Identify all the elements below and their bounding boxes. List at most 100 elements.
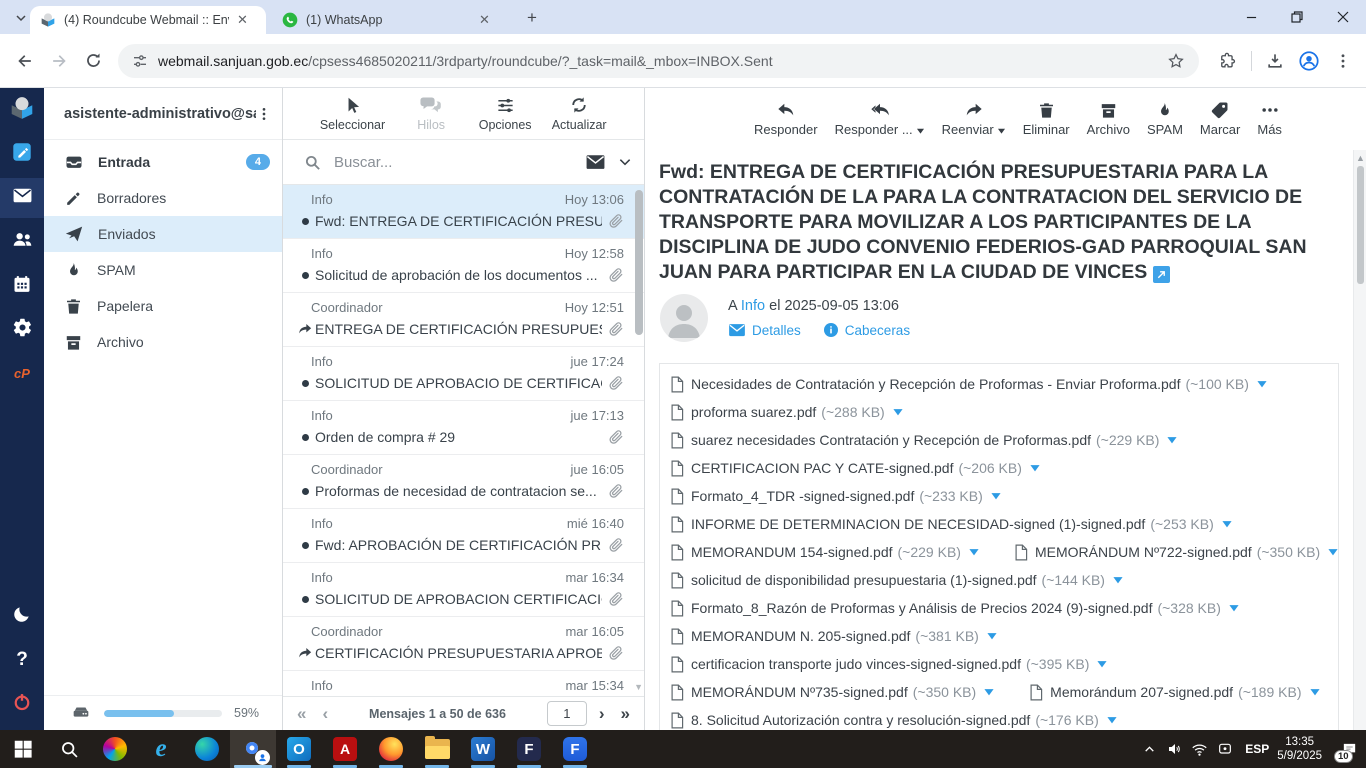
taskbar-internet-explorer[interactable]: e (138, 730, 184, 768)
attachment-item[interactable]: Formato_4_TDR -signed-signed.pdf (~233 K… (670, 488, 1002, 505)
open-in-new-window-icon[interactable] (1153, 266, 1170, 283)
message-row[interactable]: CoordinadorHoy 12:51 ENTREGA DE CERTIFIC… (283, 293, 644, 347)
mail-action-responder[interactable]: Responder (754, 98, 818, 137)
taskbar-file-explorer[interactable] (414, 730, 460, 768)
list-toolbar-actualizar[interactable]: Actualizar (551, 93, 607, 132)
mail-action-marcar[interactable]: Marcar (1200, 98, 1240, 137)
attachment-item[interactable]: Memorándum 207-signed.pdf (~189 KB) (1029, 684, 1320, 701)
list-toolbar-hilos[interactable]: Hilos (403, 93, 459, 132)
close-tab-icon[interactable]: ✕ (479, 12, 490, 28)
search-input[interactable] (334, 154, 585, 171)
taskbar-edge[interactable] (184, 730, 230, 768)
attachment-menu-caret-icon[interactable] (1256, 379, 1268, 389)
search-scope-mail-icon[interactable] (585, 154, 606, 171)
taskbar-start[interactable] (0, 730, 46, 768)
page-number-input[interactable] (547, 701, 587, 726)
mail-action-responder-todos[interactable]: Responder ... (835, 98, 925, 137)
recipient-link[interactable]: Info (741, 298, 765, 314)
message-row[interactable]: InfoHoy 13:06 Fwd: ENTREGA DE CERTIFICAC… (283, 185, 644, 239)
extensions-icon[interactable] (1211, 44, 1245, 78)
attachment-menu-caret-icon[interactable] (1106, 715, 1118, 725)
sidebar-item-spam[interactable]: SPAM (44, 252, 282, 288)
back-button[interactable] (8, 44, 42, 78)
browser-menu-icon[interactable] (1326, 44, 1360, 78)
rail-item-contacts[interactable] (0, 222, 44, 262)
tab-whatsapp[interactable]: (1) WhatsApp ✕ (272, 6, 504, 34)
tab-search-button[interactable] (10, 8, 32, 28)
downloads-icon[interactable] (1258, 44, 1292, 78)
taskbar-app-f-dark[interactable]: F (506, 730, 552, 768)
rail-item-help[interactable]: ? (0, 640, 44, 680)
reader-scrollbar[interactable]: ▲ (1353, 150, 1366, 730)
attachment-item[interactable]: suarez necesidades Contratación y Recepc… (670, 432, 1178, 449)
language-indicator[interactable]: ESP (1245, 742, 1269, 756)
bookmark-star-icon[interactable] (1167, 52, 1185, 70)
taskbar-firefox[interactable] (368, 730, 414, 768)
taskbar-acrobat[interactable]: A (322, 730, 368, 768)
profile-avatar-icon[interactable] (1292, 44, 1326, 78)
attachment-item[interactable]: proforma suarez.pdf (~288 KB) (670, 404, 904, 421)
first-page-button[interactable]: « (297, 704, 306, 724)
attachment-item[interactable]: MEMORANDUM N. 205-signed.pdf (~381 KB) (670, 628, 998, 645)
address-bar[interactable]: webmail.sanjuan.gob.ec/cpsess4685020211/… (118, 44, 1199, 78)
attachment-menu-caret-icon[interactable] (1309, 687, 1321, 697)
scrollbar-thumb[interactable] (1357, 166, 1364, 284)
next-page-button[interactable]: › (599, 704, 605, 724)
attachment-item[interactable]: MEMORÁNDUM Nº722-signed.pdf (~350 KB) (1014, 544, 1339, 561)
folder-menu-icon[interactable] (256, 106, 272, 122)
mail-action-archivo[interactable]: Archivo (1087, 98, 1130, 137)
rail-item-compose[interactable] (0, 134, 44, 174)
message-row[interactable]: Infomar 15:34 (283, 671, 644, 696)
rail-item-calendar[interactable] (0, 266, 44, 306)
attachment-item[interactable]: MEMORANDUM 154-signed.pdf (~229 KB) (670, 544, 980, 561)
sidebar-item-enviados[interactable]: Enviados (44, 216, 282, 252)
attachment-menu-caret-icon[interactable] (983, 687, 995, 697)
attachment-item[interactable]: CERTIFICACION PAC Y CATE-signed.pdf (~20… (670, 460, 1041, 477)
attachment-item[interactable]: MEMORÁNDUM Nº735-signed.pdf (~350 KB) (670, 684, 995, 701)
site-info-icon[interactable] (132, 53, 148, 69)
list-scrollbar[interactable] (635, 190, 643, 335)
scroll-up-icon[interactable]: ▲ (1356, 153, 1365, 163)
taskbar-search[interactable] (46, 730, 92, 768)
attachment-item[interactable]: certificacion transporte judo vinces-sig… (670, 656, 1108, 673)
message-row[interactable]: InfoHoy 12:58 Solicitud de aprobación de… (283, 239, 644, 293)
rail-item-logout[interactable] (0, 684, 44, 724)
attachment-menu-caret-icon[interactable] (1221, 519, 1233, 529)
notification-center-icon[interactable]: 10 (1332, 730, 1366, 768)
list-toolbar-seleccionar[interactable]: Seleccionar (320, 93, 385, 132)
attachment-menu-caret-icon[interactable] (1327, 547, 1339, 557)
attachment-item[interactable]: INFORME DE DETERMINACION DE NECESIDAD-si… (670, 516, 1233, 533)
wifi-icon[interactable] (1187, 741, 1212, 758)
rail-item-cpanel[interactable]: cP (0, 354, 44, 394)
tray-chevron-up-icon[interactable] (1137, 743, 1162, 756)
attachment-menu-caret-icon[interactable] (1096, 659, 1108, 669)
taskbar-app-f-blue[interactable]: F (552, 730, 598, 768)
attachment-item[interactable]: Necesidades de Contratación y Recepción … (670, 376, 1268, 393)
dropdown-caret-icon[interactable] (997, 127, 1006, 135)
attachment-menu-caret-icon[interactable] (1029, 463, 1041, 473)
message-detalles-toggle[interactable]: Detalles (728, 322, 801, 338)
restore-button[interactable] (1274, 0, 1320, 34)
attachment-menu-caret-icon[interactable] (968, 547, 980, 557)
search-options-chevron-icon[interactable] (618, 155, 632, 169)
message-row[interactable]: Infojue 17:24 SOLICITUD DE APROBACIO DE … (283, 347, 644, 401)
new-tab-button[interactable]: + (519, 7, 545, 29)
taskbar-copilot[interactable] (92, 730, 138, 768)
sidebar-item-entrada[interactable]: Entrada 4 (44, 144, 282, 180)
rail-item-darkmode[interactable] (0, 596, 44, 636)
clock[interactable]: 13:355/9/2025 (1277, 735, 1322, 763)
attachment-item[interactable]: Formato_8_Razón de Proformas y Análisis … (670, 600, 1240, 617)
message-row[interactable]: Infomar 16:34 SOLICITUD DE APROBACION CE… (283, 563, 644, 617)
sidebar-item-borradores[interactable]: Borradores (44, 180, 282, 216)
minimize-button[interactable] (1228, 0, 1274, 34)
close-window-button[interactable] (1320, 0, 1366, 34)
mail-action-mas[interactable]: Más (1257, 98, 1282, 137)
scroll-down-icon[interactable]: ▼ (634, 682, 643, 692)
mail-action-spam[interactable]: SPAM (1147, 98, 1183, 137)
attachment-item[interactable]: 8. Solicitud Autorización contra y resol… (670, 712, 1118, 729)
message-row[interactable]: Infojue 17:13 Orden de compra # 29 (283, 401, 644, 455)
attachment-item[interactable]: solicitud de disponibilidad presupuestar… (670, 572, 1124, 589)
message-cabeceras-toggle[interactable]: Cabeceras (823, 322, 910, 338)
taskbar-word[interactable]: W (460, 730, 506, 768)
taskbar-outlook[interactable]: O (276, 730, 322, 768)
